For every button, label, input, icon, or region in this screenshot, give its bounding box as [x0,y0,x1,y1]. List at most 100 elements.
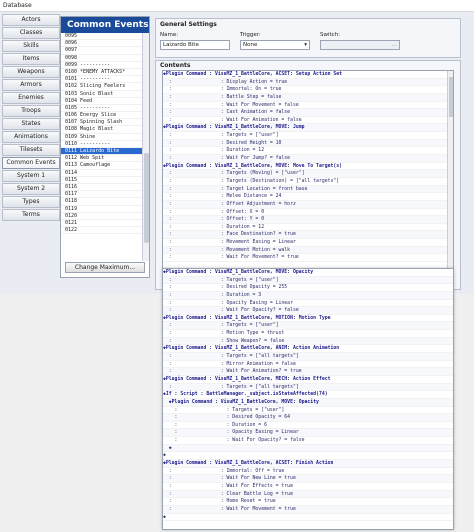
command-row[interactable]: : : Wait For Movement = true [163,505,453,514]
command-list-bottom[interactable]: ◆Plugin Command : VisuMZ_1_BattleCore, M… [162,268,454,530]
command-row[interactable]: : : Offset: X = 0 [163,209,453,217]
command-row[interactable]: : : Immortal: Off = true [163,468,453,476]
command-row-header[interactable]: ◆Plugin Command : VisuMZ_1_BattleCore, M… [163,269,453,277]
command-row[interactable]: : : Movement Motion = walk [163,246,453,255]
tab-enemies[interactable]: Enemies [2,92,60,104]
command-row[interactable]: : : Opacity Easing = Linear [163,300,453,308]
event-list-item[interactable]: 0109 Shine [61,134,143,141]
command-row[interactable]: : : Motion Type = thrust [163,330,453,338]
event-list-item[interactable]: 0099 ---------- [61,62,143,69]
trigger-select[interactable]: None ▾ [240,40,310,50]
event-list-item[interactable]: 0112 Web Spit [61,155,143,163]
command-row[interactable]: : : Battle Step = false [163,93,453,102]
tab-troops[interactable]: Troops [2,105,60,117]
tab-common-events[interactable]: Common Events [2,157,60,169]
command-row[interactable]: : : Melee Distance = 24 [163,193,453,201]
tab-armors[interactable]: Armors [2,79,60,91]
command-row[interactable]: : : Immortal: On = true [163,86,453,94]
command-row[interactable]: : : Wait For New Line = true [163,475,453,483]
command-row[interactable]: : : Offset Adjustment = horz [163,200,453,209]
command-row[interactable]: : : Targets = ["user"] [163,407,453,415]
tab-skills[interactable]: Skills [2,40,60,52]
command-row[interactable]: : : Wait For Jump? = false [163,155,453,163]
event-list-item[interactable]: 0098 [61,55,143,62]
command-row[interactable]: : : Wait For Opacity? = false [163,437,453,445]
event-list-item[interactable]: 0121 [61,220,143,228]
events-scrollbar[interactable] [142,33,149,261]
tab-weapons[interactable]: Weapons [2,66,60,78]
event-list-item[interactable]: 0106 Energy Slice [61,112,143,120]
command-row[interactable]: : : Face Destination? = true [163,231,453,240]
tab-actors[interactable]: Actors [2,14,60,26]
command-row[interactable]: : : Opacity Easing = Linear [163,429,453,438]
name-input[interactable]: Laizardo Bite [160,40,230,50]
event-list-item[interactable]: 0113 Camouflage [61,162,143,170]
event-list-item[interactable]: 0118 [61,198,143,206]
event-list-item[interactable]: 0102 Slicing Feelers [61,83,143,91]
command-row[interactable]: : : Cast Animation = false [163,109,453,117]
tab-animations[interactable]: Animations [2,131,60,143]
command-row[interactable]: : : Movement Easing = Linear [163,239,453,247]
command-row-header[interactable]: ◆Plugin Command : VisuMZ_1_BattleCore, A… [163,460,453,468]
event-list-item[interactable]: 0107 Spinning Slash [61,119,143,127]
event-list-item[interactable]: 0122 [61,227,143,235]
command-row[interactable]: : : Home Reset = true [163,498,453,506]
tab-types[interactable]: Types [2,196,60,208]
tab-terms[interactable]: Terms [2,209,60,221]
command-row[interactable]: : : Wait For Animation = false [163,117,453,125]
command-row[interactable]: : : Desired Opacity = 64 [163,414,453,422]
event-list-item[interactable]: 0108 Magic Blast [61,126,143,134]
tab-system-1[interactable]: System 1 [2,170,60,182]
event-list-item[interactable]: 0101 ---------- [61,76,143,84]
event-list-item[interactable]: 0095 [61,33,143,41]
command-row-header[interactable]: ◆Plugin Command : VisuMZ_1_BattleCore, M… [163,163,453,171]
command-row[interactable]: : : Duration = 3 [163,291,453,300]
command-row[interactable]: : : Targets = ["all targets"] [163,353,453,361]
command-row[interactable]: : : Mirror Animation = false [163,361,453,369]
events-scroll-thumb[interactable] [144,153,149,243]
command-row[interactable]: ◆ [163,444,453,453]
command-row[interactable]: : : Targets = ["user"] [163,132,453,140]
command-row-header[interactable]: ◆Plugin Command : VisuMZ_1_BattleCore, M… [163,124,453,133]
events-list[interactable]: 0095 0096 0097 0098 0099 ---------- 0100 *ENE… [61,33,143,261]
command-row[interactable]: : : Targets = ["user"] [163,322,453,331]
event-list-item[interactable]: 0104 Feed [61,98,143,105]
tab-classes[interactable]: Classes [2,27,60,39]
command-row[interactable]: : : Wait For Animation? = true [163,368,453,376]
command-row-header[interactable]: ◆Plugin Command : VisuMZ_1_BattleCore, A… [163,345,453,354]
event-list-item[interactable]: 0111 Laizardo Bite [61,148,143,156]
command-row-header[interactable]: ◆Plugin Command : VisuMZ_1_BattleCore, M… [163,376,453,384]
event-list-item[interactable]: 0117 [61,191,143,199]
change-maximum-button[interactable]: Change Maximum... [65,262,145,273]
command-row-header[interactable]: ◆If : Script : BattleManager._subject.is… [163,391,453,399]
command-row-header[interactable]: ◆Plugin Command : VisuMZ_1_BattleCore, M… [163,315,453,323]
command-row[interactable]: : : Wait For Opacity? = false [163,307,453,315]
event-list-item[interactable]: 0097 [61,47,143,55]
command-row[interactable]: : : Duration = 6 [163,422,453,430]
command-row[interactable]: : : Show Weapon? = false [163,337,453,346]
command-row[interactable]: : : Desired Height = 10 [163,139,453,148]
tab-states[interactable]: States [2,118,60,130]
command-scrollbar[interactable] [447,71,453,270]
command-row[interactable]: : : Duration = 12 [163,224,453,232]
event-list-item[interactable]: 0110 ---------- [61,141,143,148]
command-row[interactable]: : : Targets = ["user"] [163,276,453,285]
event-list-item[interactable]: 0100 *ENEMY ATTACKS* [61,69,143,77]
command-row[interactable]: : : Targets (Destination) = ["all target… [163,178,453,186]
command-row[interactable]: : : Clear Battle Log = true [163,490,453,499]
tab-tilesets[interactable]: Tilesets [2,144,60,156]
command-scroll-thumb[interactable] [449,77,453,117]
event-list-item[interactable]: 0105 ---------- [61,105,143,113]
event-list-item[interactable]: 0119 [61,206,143,213]
command-row-header[interactable]: ◆Plugin Command : VisuMZ_1_BattleCore, M… [163,398,453,407]
command-row[interactable]: ◆ [163,514,453,522]
command-list-top[interactable]: ◆Plugin Command : VisuMZ_1_BattleCore, A… [162,70,454,270]
event-list-item[interactable]: 0116 [61,184,143,192]
command-row[interactable]: ◆ [163,452,453,461]
event-list-item[interactable]: 0115 [61,177,143,184]
event-list-item[interactable]: 0103 Sonic Blast [61,91,143,98]
command-row[interactable]: : : Offset: Y = 0 [163,216,453,224]
tab-items[interactable]: Items [2,53,60,65]
tab-system-2[interactable]: System 2 [2,183,60,195]
command-row[interactable]: : : Wait For Movement = false [163,102,453,110]
